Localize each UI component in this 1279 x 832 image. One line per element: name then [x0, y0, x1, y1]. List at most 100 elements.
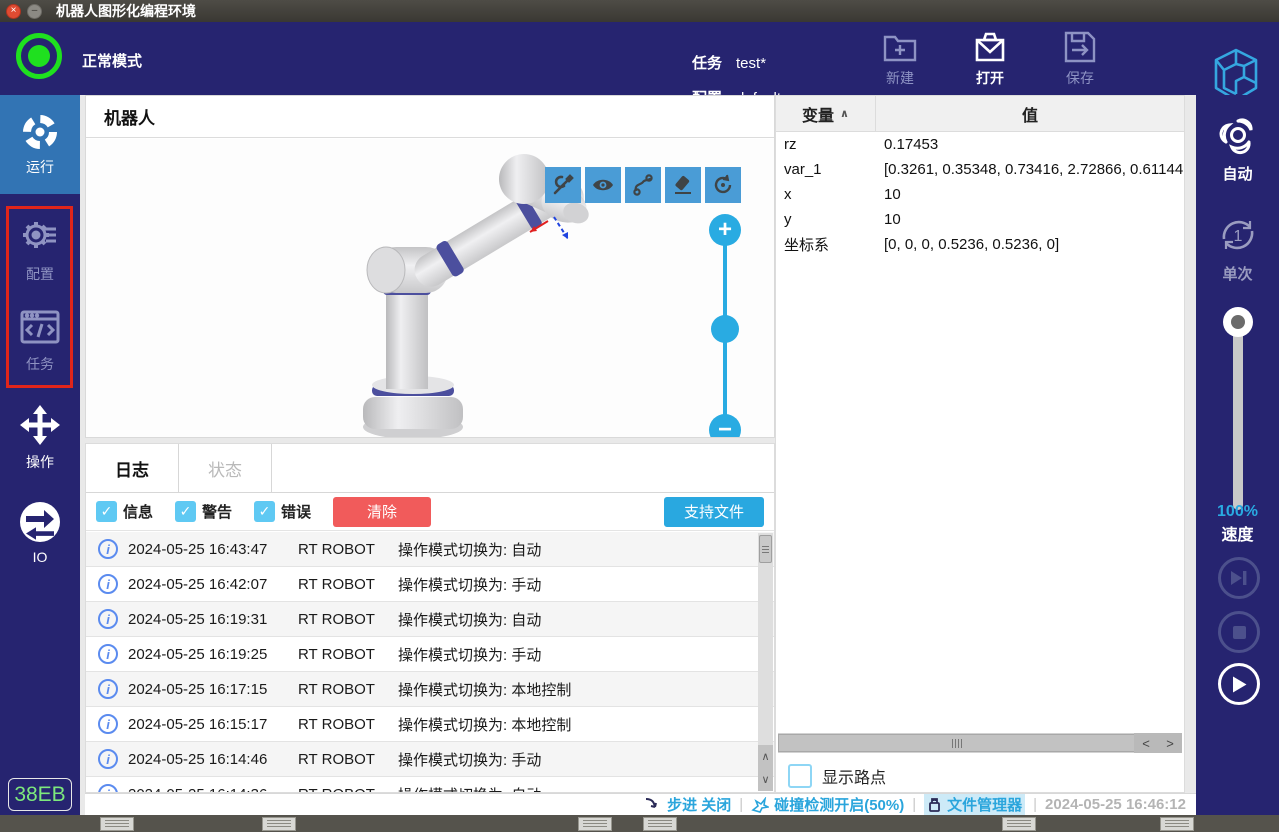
column-variable[interactable]: 变量 ∧: [776, 96, 876, 131]
scroll-down-icon[interactable]: ∨: [758, 768, 773, 791]
minimize-icon[interactable]: –: [27, 3, 42, 19]
sidebar-item-operate[interactable]: 操作: [0, 403, 80, 472]
log-row[interactable]: i 2024-05-25 16:14:46 RT ROBOT 操作模式切换为: …: [86, 742, 774, 777]
open-button-label: 打开: [976, 70, 1004, 86]
eye-icon[interactable]: [585, 167, 621, 203]
file-manager-button[interactable]: 文件管理器: [924, 794, 1026, 815]
log-source: RT ROBOT: [298, 715, 375, 733]
auto-mode-button[interactable]: 自动: [1196, 113, 1279, 184]
header: 正常模式 任务test* 配置default 新建 打开: [0, 22, 1279, 107]
log-list[interactable]: i 2024-05-25 16:43:47 RT ROBOT 操作模式切换为: …: [86, 532, 774, 792]
sidebar-item-task[interactable]: 任务: [0, 305, 80, 374]
log-message: 操作模式切换为: 自动: [398, 541, 542, 559]
right-sidebar: 自动 1 单次 100% 速度: [1196, 95, 1279, 815]
log-message: 操作模式切换为: 本地控制: [398, 716, 572, 734]
show-waypoints-checkbox[interactable]: 显示路点: [788, 764, 886, 788]
svg-text:1: 1: [1233, 228, 1242, 245]
zoom-in-button[interactable]: +: [709, 214, 741, 246]
log-message: 操作模式切换为: 自动: [398, 611, 542, 629]
log-row[interactable]: i 2024-05-25 16:43:47 RT ROBOT 操作模式切换为: …: [86, 532, 774, 567]
sidebar-item-label: 运行: [26, 159, 54, 175]
table-row[interactable]: y 10: [776, 207, 1184, 232]
clear-button[interactable]: 清除: [333, 496, 432, 527]
column-value[interactable]: 值: [876, 96, 1184, 131]
path-icon[interactable]: [625, 167, 661, 203]
variables-hscrollbar[interactable]: < >: [778, 733, 1182, 753]
open-button[interactable]: 打开: [960, 28, 1020, 88]
table-row[interactable]: var_1 [0.3261, 0.35348, 0.73416, 2.72866…: [776, 157, 1184, 182]
scroll-up-icon[interactable]: ∧: [758, 745, 773, 768]
log-row[interactable]: i 2024-05-25 16:17:15 RT ROBOT 操作模式切换为: …: [86, 672, 774, 707]
log-row[interactable]: i 2024-05-25 16:15:17 RT ROBOT 操作模式切换为: …: [86, 707, 774, 742]
speed-readout: 100% 速度: [1196, 503, 1279, 545]
log-source: RT ROBOT: [298, 540, 375, 558]
table-row[interactable]: x 10: [776, 182, 1184, 207]
tools-icon[interactable]: [545, 167, 581, 203]
background-file-icon: [578, 817, 612, 831]
log-scrollbar[interactable]: ∧ ∨: [758, 533, 773, 791]
support-files-button[interactable]: 支持文件: [664, 496, 764, 527]
robot-3d-view[interactable]: + −: [86, 139, 774, 437]
zoom-out-button[interactable]: −: [709, 414, 741, 437]
info-icon: i: [98, 714, 118, 734]
sidebar-item-run[interactable]: 运行: [0, 95, 80, 194]
rotate-icon[interactable]: [705, 167, 741, 203]
single-run-button[interactable]: 1 单次: [1196, 213, 1279, 284]
eraser-icon[interactable]: [665, 167, 701, 203]
single-run-label: 单次: [1222, 266, 1253, 283]
log-source: RT ROBOT: [298, 575, 375, 593]
log-source: RT ROBOT: [298, 680, 375, 698]
speed-slider-knob[interactable]: [1223, 307, 1253, 337]
table-row[interactable]: 坐标系 [0, 0, 0, 0.5236, 0.5236, 0]: [776, 232, 1184, 257]
info-icon: i: [98, 644, 118, 664]
collision-status[interactable]: 碰撞检测开启(50%): [751, 794, 904, 815]
log-row[interactable]: i 2024-05-25 16:19:25 RT ROBOT 操作模式切换为: …: [86, 637, 774, 672]
stop-button[interactable]: [1218, 611, 1260, 653]
play-button[interactable]: [1218, 663, 1260, 705]
table-row[interactable]: rz 0.17453: [776, 132, 1184, 157]
variable-name: var_1: [784, 161, 822, 178]
save-button-label: 保存: [1066, 70, 1094, 86]
window-title: 机器人图形化编程环境: [56, 3, 196, 19]
checkbox-check-icon: ✓: [175, 501, 197, 522]
scroll-left-icon[interactable]: <: [1134, 733, 1158, 753]
mode-label: 正常模式: [82, 53, 143, 70]
log-row[interactable]: i 2024-05-25 16:42:07 RT ROBOT 操作模式切换为: …: [86, 567, 774, 602]
log-scrollbar-thumb[interactable]: [759, 535, 772, 563]
log-timestamp: 2024-05-25 16:19:25: [128, 645, 268, 663]
log-timestamp: 2024-05-25 16:17:15: [128, 680, 268, 698]
background-file-icon: [262, 817, 296, 831]
log-tabs: 日志 状态: [86, 444, 774, 493]
log-timestamp: 2024-05-25 16:14:46: [128, 750, 268, 768]
variable-value: 0.17453: [884, 136, 939, 153]
step-icon: [646, 797, 658, 808]
tab-log[interactable]: 日志: [86, 444, 179, 492]
new-button[interactable]: 新建: [870, 28, 930, 88]
hscrollbar-thumb[interactable]: [778, 734, 1136, 752]
tab-status[interactable]: 状态: [179, 444, 272, 492]
log-message: 操作模式切换为: 手动: [398, 576, 542, 594]
log-panel: 日志 状态 ✓ 信息 ✓ 警告 ✓ 错误 清除 支持文件 i 2024-05-2…: [85, 443, 775, 793]
filter-info-checkbox[interactable]: ✓ 信息: [96, 501, 153, 522]
log-message: 操作模式切换为: 本地控制: [398, 681, 572, 699]
filter-warning-checkbox[interactable]: ✓ 警告: [175, 501, 232, 522]
speed-slider-track[interactable]: [1233, 320, 1243, 510]
robot-panel-title: 机器人: [86, 96, 774, 138]
step-status[interactable]: 步进 关闭: [644, 794, 731, 815]
io-icon: [18, 500, 62, 544]
log-message: 操作模式切换为: 自动: [398, 784, 774, 793]
close-icon[interactable]: ×: [6, 3, 21, 19]
variable-value: 10: [884, 186, 901, 203]
zoom-slider-knob[interactable]: [711, 315, 739, 343]
scroll-right-icon[interactable]: >: [1158, 733, 1182, 753]
step-forward-button[interactable]: [1218, 557, 1260, 599]
status-timestamp: 2024-05-25 16:46:12: [1045, 796, 1186, 813]
background-file-icon: [643, 817, 677, 831]
log-row[interactable]: i 2024-05-25 16:19:31 RT ROBOT 操作模式切换为: …: [86, 602, 774, 637]
sidebar-item-config[interactable]: 配置: [0, 215, 80, 284]
log-row[interactable]: i 2024-05-25 16:14:36 RT ROBOT 操作模式切换为: …: [86, 777, 774, 792]
sidebar-item-label: 任务: [26, 356, 54, 372]
filter-error-checkbox[interactable]: ✓ 错误: [254, 501, 311, 522]
sidebar-item-io[interactable]: IO: [0, 500, 80, 565]
save-button[interactable]: 保存: [1050, 28, 1110, 88]
